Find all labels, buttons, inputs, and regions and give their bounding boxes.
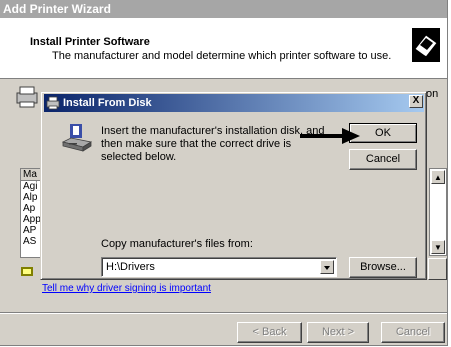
scroll-up-button[interactable]: ▲ (431, 170, 445, 184)
install-disk-icon (61, 124, 93, 152)
wizard-header: Install Printer Software The manufacture… (0, 18, 447, 79)
background-label-fragment: on (426, 88, 439, 100)
install-from-disk-dialog: Install From Disk X Insert the manufactu… (40, 91, 427, 280)
next-button[interactable]: Next > (307, 322, 369, 343)
windows-update-icon (21, 267, 33, 276)
cancel-button[interactable]: Cancel (381, 322, 445, 343)
dialog-title-bar: Install From Disk (44, 94, 424, 112)
scroll-down-button[interactable]: ▼ (431, 240, 445, 254)
wizard-title-bar: Add Printer Wizard (0, 0, 447, 18)
printer-icon (412, 28, 440, 62)
close-button[interactable]: X (409, 95, 423, 108)
footer-divider (0, 312, 447, 314)
driver-signing-link[interactable]: Tell me why driver signing is important (42, 283, 211, 294)
close-icon: X (412, 95, 420, 106)
printers-list-scrollbar[interactable]: ▲ ▼ (429, 168, 447, 256)
source-path-combobox[interactable]: H:\Drivers (101, 257, 337, 277)
printer-icon (46, 96, 60, 110)
dialog-message: Insert the manufacturer's installation d… (101, 125, 325, 163)
back-button[interactable]: < Back (237, 322, 302, 343)
page-title: Install Printer Software (30, 36, 150, 48)
page-subtitle: The manufacturer and model determine whi… (52, 50, 392, 62)
have-disk-button[interactable] (428, 258, 447, 280)
arrow-icon (300, 128, 360, 144)
dialog-cancel-button[interactable]: Cancel (349, 149, 417, 170)
browse-button[interactable]: Browse... (349, 257, 417, 278)
chevron-down-icon[interactable] (320, 260, 334, 274)
dialog-title: Install From Disk (63, 97, 152, 109)
copy-files-label: Copy manufacturer's files from: (101, 238, 253, 250)
source-path-value[interactable]: H:\Drivers (106, 261, 155, 273)
printer-icon (16, 86, 38, 108)
